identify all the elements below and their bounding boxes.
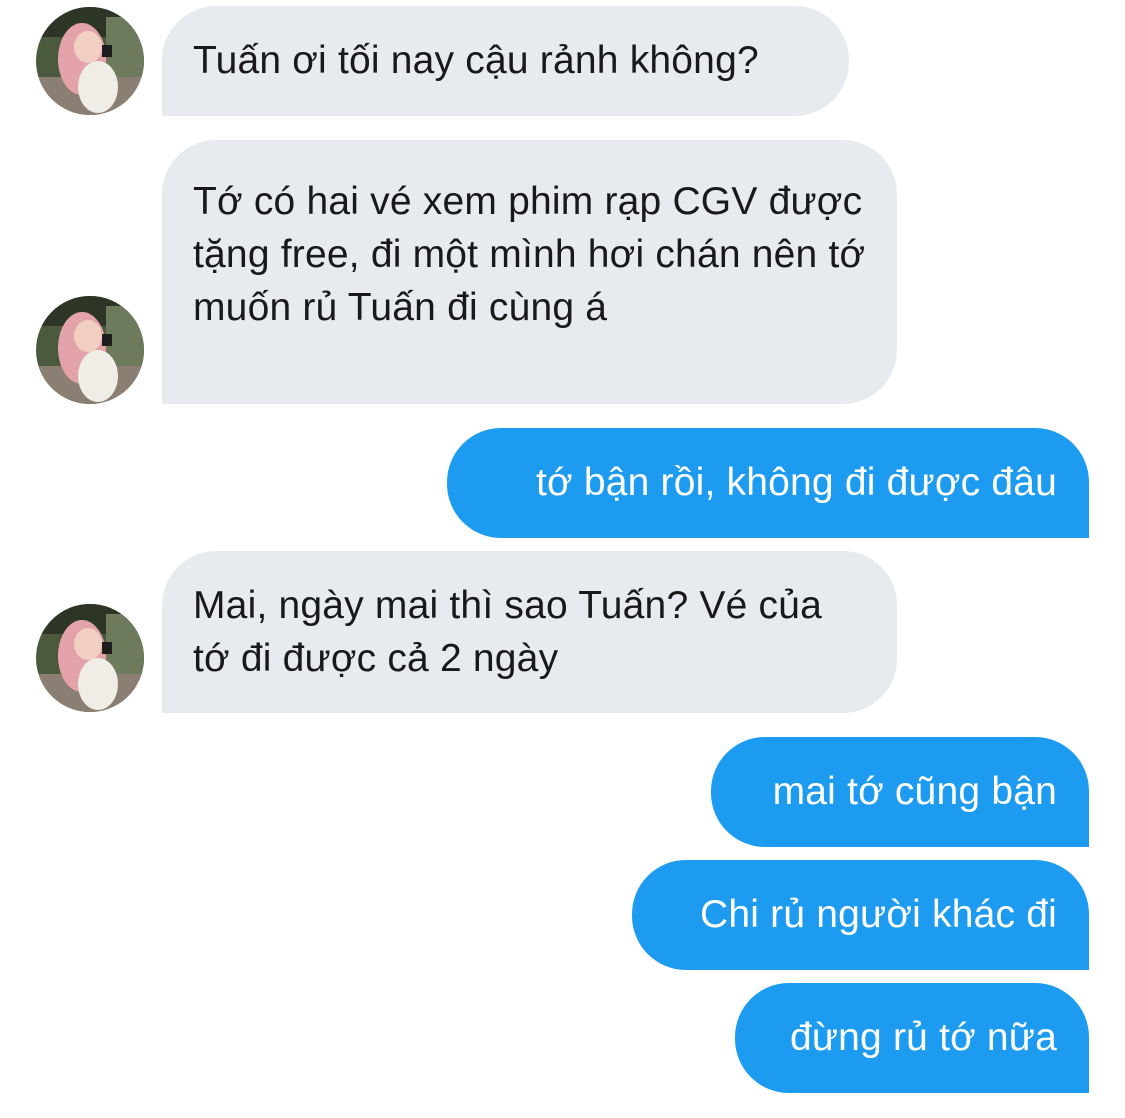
outgoing-message-bubble[interactable]: Chi rủ người khác đi xyxy=(632,860,1089,970)
incoming-message-bubble[interactable]: Tuấn ơi tối nay cậu rảnh không? xyxy=(162,6,849,116)
contact-avatar[interactable] xyxy=(36,7,144,115)
avatar-photo-icon xyxy=(36,296,144,404)
avatar-photo-icon xyxy=(36,7,144,115)
outgoing-message-bubble[interactable]: tớ bận rồi, không đi được đâu xyxy=(447,428,1089,538)
avatar-photo-icon xyxy=(36,604,144,712)
incoming-message-bubble[interactable]: Tớ có hai vé xem phim rạp CGV được tặng … xyxy=(162,140,897,404)
outgoing-message-bubble[interactable]: mai tớ cũng bận xyxy=(711,737,1089,847)
chat-conversation: Tuấn ơi tối nay cậu rảnh không? Tớ có ha… xyxy=(0,0,1125,1118)
contact-avatar[interactable] xyxy=(36,296,144,404)
incoming-message-bubble[interactable]: Mai, ngày mai thì sao Tuấn? Vé của tớ đi… xyxy=(162,551,897,713)
outgoing-message-bubble[interactable]: đừng rủ tớ nữa xyxy=(735,983,1089,1093)
contact-avatar[interactable] xyxy=(36,604,144,712)
